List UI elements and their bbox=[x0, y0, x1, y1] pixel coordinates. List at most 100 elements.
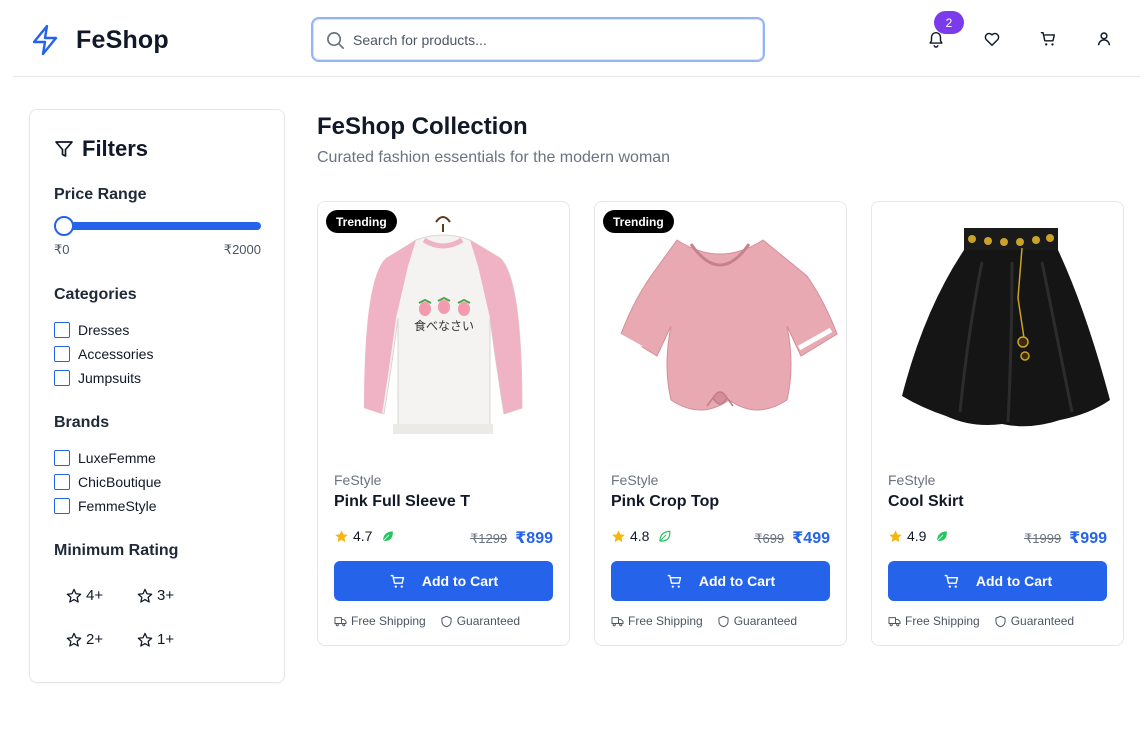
logo[interactable]: FeShop bbox=[30, 24, 169, 56]
cart-icon bbox=[667, 574, 682, 588]
rating-filter-label: 3+ bbox=[157, 587, 175, 604]
shield-icon bbox=[718, 615, 729, 627]
star-filled-icon bbox=[612, 529, 625, 542]
guaranteed-perk: Guaranteed bbox=[717, 614, 797, 628]
truck-icon bbox=[334, 616, 347, 626]
category-jumpsuits[interactable]: Jumpsuits bbox=[54, 370, 141, 386]
checkbox-label: LuxeFemme bbox=[78, 450, 156, 466]
trending-tag: Trending bbox=[326, 210, 397, 233]
checkbox[interactable] bbox=[54, 474, 70, 490]
cart-icon bbox=[944, 574, 959, 588]
trending-tag: Trending bbox=[603, 210, 674, 233]
account-button[interactable] bbox=[1093, 28, 1115, 50]
sale-price: ₹999 bbox=[1069, 530, 1107, 547]
rating-filter-label: 1+ bbox=[157, 631, 175, 648]
checkbox[interactable] bbox=[54, 346, 70, 362]
strawberries bbox=[418, 296, 471, 316]
original-price: ₹1999 bbox=[1023, 531, 1062, 546]
rating-filter-2[interactable]: 2+ bbox=[66, 631, 103, 648]
user-icon bbox=[1097, 32, 1111, 46]
product-price: ₹699 ₹499 bbox=[754, 528, 830, 548]
sale-price: ₹899 bbox=[515, 530, 553, 547]
product-rating: 4.7 bbox=[334, 528, 395, 544]
checkbox[interactable] bbox=[54, 370, 70, 386]
product-perks: Free Shipping Guaranteed bbox=[334, 614, 520, 628]
star-filled-icon bbox=[335, 529, 348, 542]
cart-button[interactable] bbox=[1037, 28, 1059, 50]
slider-thumb[interactable] bbox=[54, 216, 74, 236]
checkbox-label: Jumpsuits bbox=[78, 370, 142, 386]
slider-track[interactable] bbox=[54, 222, 261, 230]
product-image-skirt[interactable] bbox=[872, 202, 1123, 452]
product-card[interactable]: Trending FeStyle Pink Crop Top 4.8 ₹699 … bbox=[594, 201, 847, 646]
cart-icon bbox=[1040, 31, 1056, 46]
product-name[interactable]: Cool Skirt bbox=[888, 493, 964, 511]
checkbox-label: Dresses bbox=[78, 322, 130, 338]
perk-label: Guaranteed bbox=[456, 614, 521, 628]
price-max-label: ₹2000 bbox=[223, 242, 261, 257]
wishlist-button[interactable] bbox=[981, 28, 1003, 50]
product-rating: 4.9 bbox=[888, 528, 949, 544]
truck-icon bbox=[611, 616, 624, 626]
product-card[interactable]: 食べなさい Trending FeStyle Pink Full Sleeve … bbox=[317, 201, 570, 646]
add-to-cart-button[interactable]: Add to Cart bbox=[334, 561, 553, 601]
perk-label: Free Shipping bbox=[905, 614, 980, 628]
rating-value: 4.7 bbox=[353, 528, 373, 544]
original-price: ₹1299 bbox=[469, 531, 508, 546]
leaf-icon bbox=[383, 530, 394, 541]
checkbox[interactable] bbox=[54, 322, 70, 338]
categories-title: Categories bbox=[54, 286, 137, 303]
category-accessories[interactable]: Accessories bbox=[54, 346, 153, 362]
search-icon bbox=[327, 32, 344, 49]
star-outline-icon bbox=[137, 632, 153, 647]
product-image-crop-top[interactable] bbox=[595, 202, 846, 452]
product-image-sweatshirt[interactable]: 食べなさい bbox=[318, 202, 569, 452]
free-shipping-perk: Free Shipping bbox=[888, 614, 980, 628]
rating-filter-label: 2+ bbox=[86, 631, 104, 648]
star-outline-icon bbox=[66, 588, 82, 603]
add-to-cart-label: Add to Cart bbox=[975, 573, 1053, 589]
brand-luxefemme[interactable]: LuxeFemme bbox=[54, 450, 156, 466]
product-price: ₹1299 ₹899 bbox=[470, 528, 553, 548]
checkbox-label: Accessories bbox=[78, 346, 154, 362]
top-header: FeShop 2 bbox=[13, 0, 1140, 77]
truck-icon bbox=[888, 616, 901, 626]
product-name[interactable]: Pink Full Sleeve T bbox=[334, 493, 470, 511]
guaranteed-perk: Guaranteed bbox=[994, 614, 1074, 628]
shield-icon bbox=[441, 615, 452, 627]
add-to-cart-button[interactable]: Add to Cart bbox=[611, 561, 830, 601]
product-price: ₹1999 ₹999 bbox=[1024, 528, 1107, 548]
rating-filter-4[interactable]: 4+ bbox=[66, 587, 103, 604]
search-input[interactable] bbox=[353, 19, 753, 60]
product-brand: FeStyle bbox=[611, 472, 659, 488]
category-dresses[interactable]: Dresses bbox=[54, 322, 129, 338]
brand-femmestyle[interactable]: FemmeStyle bbox=[54, 498, 157, 514]
filters-header: Filters bbox=[54, 136, 148, 162]
rating-value: 4.9 bbox=[907, 528, 927, 544]
checkbox[interactable] bbox=[54, 450, 70, 466]
logo-text: FeShop bbox=[76, 25, 169, 54]
product-name[interactable]: Pink Crop Top bbox=[611, 493, 719, 511]
price-range-slider[interactable] bbox=[54, 216, 261, 236]
brand-chicboutique[interactable]: ChicBoutique bbox=[54, 474, 161, 490]
add-to-cart-button[interactable]: Add to Cart bbox=[888, 561, 1107, 601]
rating-filter-1[interactable]: 1+ bbox=[137, 631, 174, 648]
filters-title: Filters bbox=[82, 136, 149, 161]
lightning-bolt-icon bbox=[32, 24, 58, 56]
add-to-cart-label: Add to Cart bbox=[698, 573, 776, 589]
rating-filter-3[interactable]: 3+ bbox=[137, 587, 174, 604]
checkbox[interactable] bbox=[54, 498, 70, 514]
perk-label: Free Shipping bbox=[351, 614, 426, 628]
perk-label: Free Shipping bbox=[628, 614, 703, 628]
price-min-label: ₹0 bbox=[54, 242, 70, 257]
checkbox-label: ChicBoutique bbox=[78, 474, 162, 490]
sale-price: ₹499 bbox=[792, 530, 830, 547]
svg-text:食べなさい: 食べなさい bbox=[414, 318, 474, 333]
filters-panel: Filters Price Range ₹0 ₹2000 Categories … bbox=[29, 109, 285, 683]
search-bar[interactable] bbox=[311, 17, 765, 62]
original-price: ₹699 bbox=[754, 531, 785, 546]
product-brand: FeStyle bbox=[888, 472, 936, 488]
product-card[interactable]: FeStyle Cool Skirt 4.9 ₹1999 ₹999 Add to… bbox=[871, 201, 1124, 646]
rating-filter-label: 4+ bbox=[86, 587, 104, 604]
guaranteed-perk: Guaranteed bbox=[440, 614, 520, 628]
